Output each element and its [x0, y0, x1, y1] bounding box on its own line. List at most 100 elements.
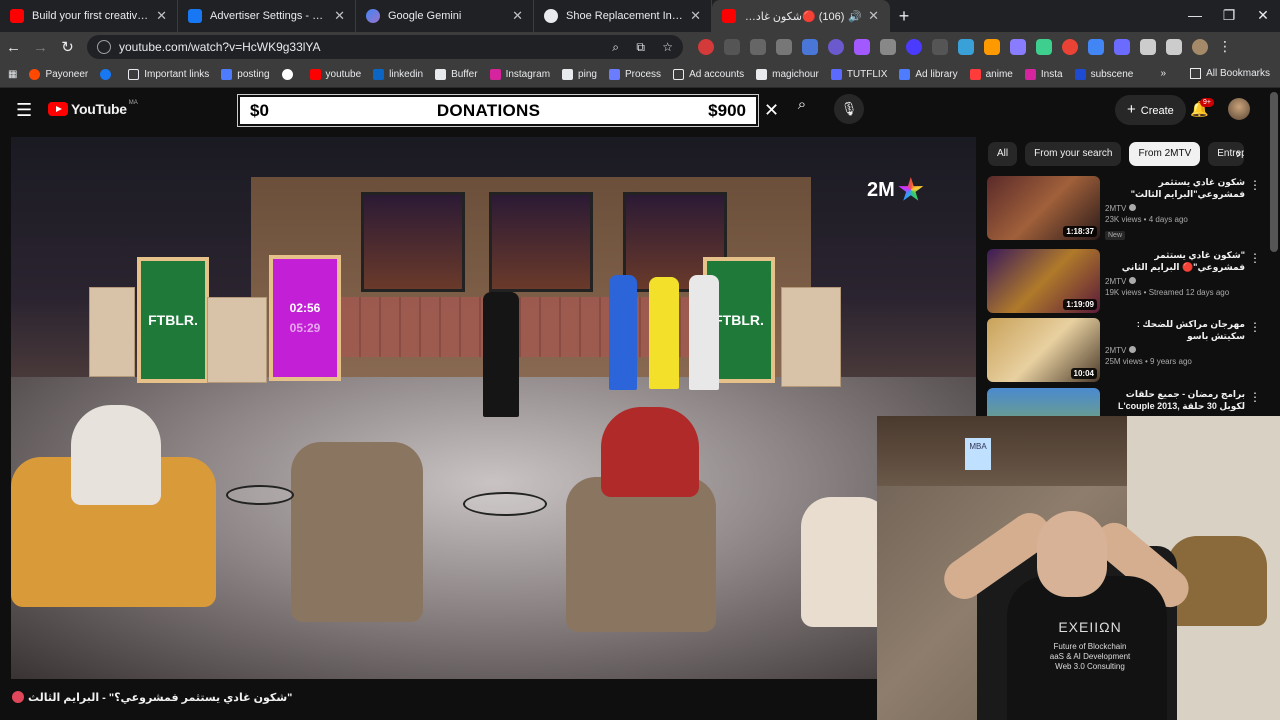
bookmark[interactable]: ping: [562, 69, 597, 80]
bookmark[interactable]: [281, 69, 298, 80]
recommendation-title[interactable]: مهرجان مراكش للضحك : سكيتش باسو: [1105, 318, 1245, 342]
channel-name[interactable]: 2MTV: [1105, 346, 1126, 355]
bookmark[interactable]: TUTFLIX: [830, 69, 887, 80]
clear-search-icon[interactable]: ✕: [764, 100, 779, 121]
close-icon[interactable]: ✕: [868, 8, 879, 24]
youtube-logo[interactable]: YouTube MA: [48, 100, 138, 117]
bookmark[interactable]: anime: [969, 69, 1013, 80]
chip-from-2mtv[interactable]: From 2MTV: [1129, 142, 1201, 166]
bookmark[interactable]: Instagram: [489, 69, 550, 80]
search-icon[interactable]: ⌕: [786, 96, 818, 124]
avatar[interactable]: [1228, 98, 1250, 120]
more-options-icon[interactable]: ⋮: [1249, 178, 1261, 192]
extension-icon[interactable]: [724, 39, 740, 55]
armchair: [566, 477, 716, 632]
minimize-icon[interactable]: —: [1178, 0, 1212, 32]
bookmark-folder[interactable]: Important links: [128, 69, 209, 80]
media-icon[interactable]: [1166, 39, 1182, 55]
browser-tab-4[interactable]: Shoe Replacement Instructions ✕: [534, 0, 712, 32]
video-thumbnail[interactable]: 1:19:09: [987, 249, 1100, 313]
microphone-icon[interactable]: 🎙: [834, 94, 864, 124]
video-thumbnail[interactable]: 10:04: [987, 318, 1100, 382]
bookmark[interactable]: Buffer: [435, 69, 478, 80]
extension-icon[interactable]: [776, 39, 792, 55]
address-bar[interactable]: youtube.com/watch?v=HcWK9g33lYA ⌕ ⧉ ☆: [87, 35, 683, 59]
extension-icon[interactable]: [1010, 39, 1026, 55]
extension-icon[interactable]: [880, 39, 896, 55]
extension-icon[interactable]: [854, 39, 870, 55]
extension-icon[interactable]: [1062, 39, 1078, 55]
recommendation-title[interactable]: شكون غادي يستثمر فمشروعي"البرايم الثالث"…: [1105, 176, 1245, 200]
browser-tab-2[interactable]: Advertiser Settings - Day 1 Of A ✕: [178, 0, 356, 32]
extension-icon[interactable]: [1088, 39, 1104, 55]
hamburger-menu-icon[interactable]: ☰: [16, 100, 32, 121]
chip-all[interactable]: All: [988, 142, 1018, 166]
channel-name[interactable]: 2MTV: [1105, 204, 1126, 213]
close-window-icon[interactable]: ✕: [1246, 0, 1280, 32]
bookmark[interactable]: posting: [221, 69, 270, 80]
zoom-icon[interactable]: ⌕: [612, 40, 619, 54]
extension-icon[interactable]: [958, 39, 974, 55]
maximize-icon[interactable]: ❐: [1212, 0, 1246, 32]
video-player[interactable]: FTBLR. 02:56 05:29 FTBLR. 2M: [11, 137, 976, 679]
recommendation-title[interactable]: "شكون غادي يستثمر فمشروعي"🔴 البرايم الثا…: [1105, 249, 1245, 273]
site-info-icon[interactable]: [97, 40, 111, 54]
channel-name[interactable]: 2MTV: [1105, 277, 1126, 286]
forward-icon[interactable]: →: [27, 39, 54, 56]
recommendation-item[interactable]: 1:18:37 شكون غادي يستثمر فمشروعي"البرايم…: [987, 176, 1277, 242]
video-thumbnail[interactable]: [987, 388, 1100, 416]
extension-icon[interactable]: [750, 39, 766, 55]
recommendation-title[interactable]: برامج رمضان - جميع حلقات لكوبل 30 حلقة L…: [1105, 388, 1245, 412]
more-options-icon[interactable]: ⋮: [1249, 390, 1261, 404]
speaker-icon[interactable]: 🔊: [848, 10, 862, 23]
recommendation-item[interactable]: برامج رمضان - جميع حلقات لكوبل 30 حلقة L…: [987, 388, 1277, 416]
extension-icon[interactable]: [984, 39, 1000, 55]
all-bookmarks[interactable]: All Bookmarks: [1206, 68, 1270, 79]
search-input[interactable]: $0 DONATIONS $900: [237, 94, 759, 127]
browser-tab-1[interactable]: Build your first creative AI work ✕: [0, 0, 178, 32]
bookmark[interactable]: Ad library: [899, 69, 958, 80]
chip-from-your-search[interactable]: From your search: [1025, 142, 1122, 166]
bookmark[interactable]: Process: [608, 69, 661, 80]
bookmark[interactable]: youtube: [309, 69, 361, 80]
more-options-icon[interactable]: ⋮: [1249, 320, 1261, 334]
bookmark[interactable]: Insta: [1024, 69, 1063, 80]
url-text[interactable]: youtube.com/watch?v=HcWK9g33lYA: [119, 40, 598, 54]
reload-icon[interactable]: ↻: [54, 38, 81, 56]
bookmark[interactable]: magichour: [756, 69, 819, 80]
apps-icon[interactable]: ▦: [8, 69, 17, 80]
install-icon[interactable]: ⧉: [636, 40, 645, 54]
bookmark-folder[interactable]: Ad accounts: [673, 69, 744, 80]
bookmark[interactable]: [100, 69, 116, 80]
recommendation-item[interactable]: 10:04 مهرجان مراكش للضحك : سكيتش باسو 2M…: [987, 318, 1277, 384]
bookmark[interactable]: Payoneer: [29, 69, 88, 80]
bookmark-star-icon[interactable]: ☆: [662, 40, 673, 54]
extension-icon[interactable]: [906, 39, 922, 55]
extension-icon[interactable]: [698, 39, 714, 55]
extension-icon[interactable]: [828, 39, 844, 55]
menu-icon[interactable]: ⋮: [1218, 39, 1234, 55]
close-icon[interactable]: ✕: [512, 8, 523, 24]
recommendation-item[interactable]: 1:19:09 "شكون غادي يستثمر فمشروعي"🔴 البر…: [987, 249, 1277, 315]
video-thumbnail[interactable]: 1:18:37: [987, 176, 1100, 240]
more-bookmarks-icon[interactable]: »: [1161, 68, 1167, 79]
browser-tab-3[interactable]: Google Gemini ✕: [356, 0, 534, 32]
profile-icon[interactable]: [1192, 39, 1208, 55]
extension-icon[interactable]: [802, 39, 818, 55]
close-icon[interactable]: ✕: [690, 8, 701, 24]
extension-icon[interactable]: [1036, 39, 1052, 55]
page-scrollbar[interactable]: [1270, 92, 1278, 252]
chevron-right-icon[interactable]: ›: [1236, 142, 1241, 166]
browser-tab-active[interactable]: (106) 🔴شكون غادي يستث... 🔊 ✕: [712, 0, 890, 32]
close-icon[interactable]: ✕: [156, 8, 167, 24]
more-options-icon[interactable]: ⋮: [1249, 251, 1261, 265]
extension-icon[interactable]: [1114, 39, 1130, 55]
back-icon[interactable]: ←: [0, 39, 27, 56]
new-tab-button[interactable]: +: [890, 6, 918, 27]
bookmark[interactable]: linkedin: [373, 69, 423, 80]
bookmark[interactable]: subscene: [1074, 69, 1133, 80]
close-icon[interactable]: ✕: [334, 8, 345, 24]
create-button[interactable]: + Create: [1115, 95, 1186, 125]
puzzle-icon[interactable]: [1140, 39, 1156, 55]
extension-icon[interactable]: [932, 39, 948, 55]
